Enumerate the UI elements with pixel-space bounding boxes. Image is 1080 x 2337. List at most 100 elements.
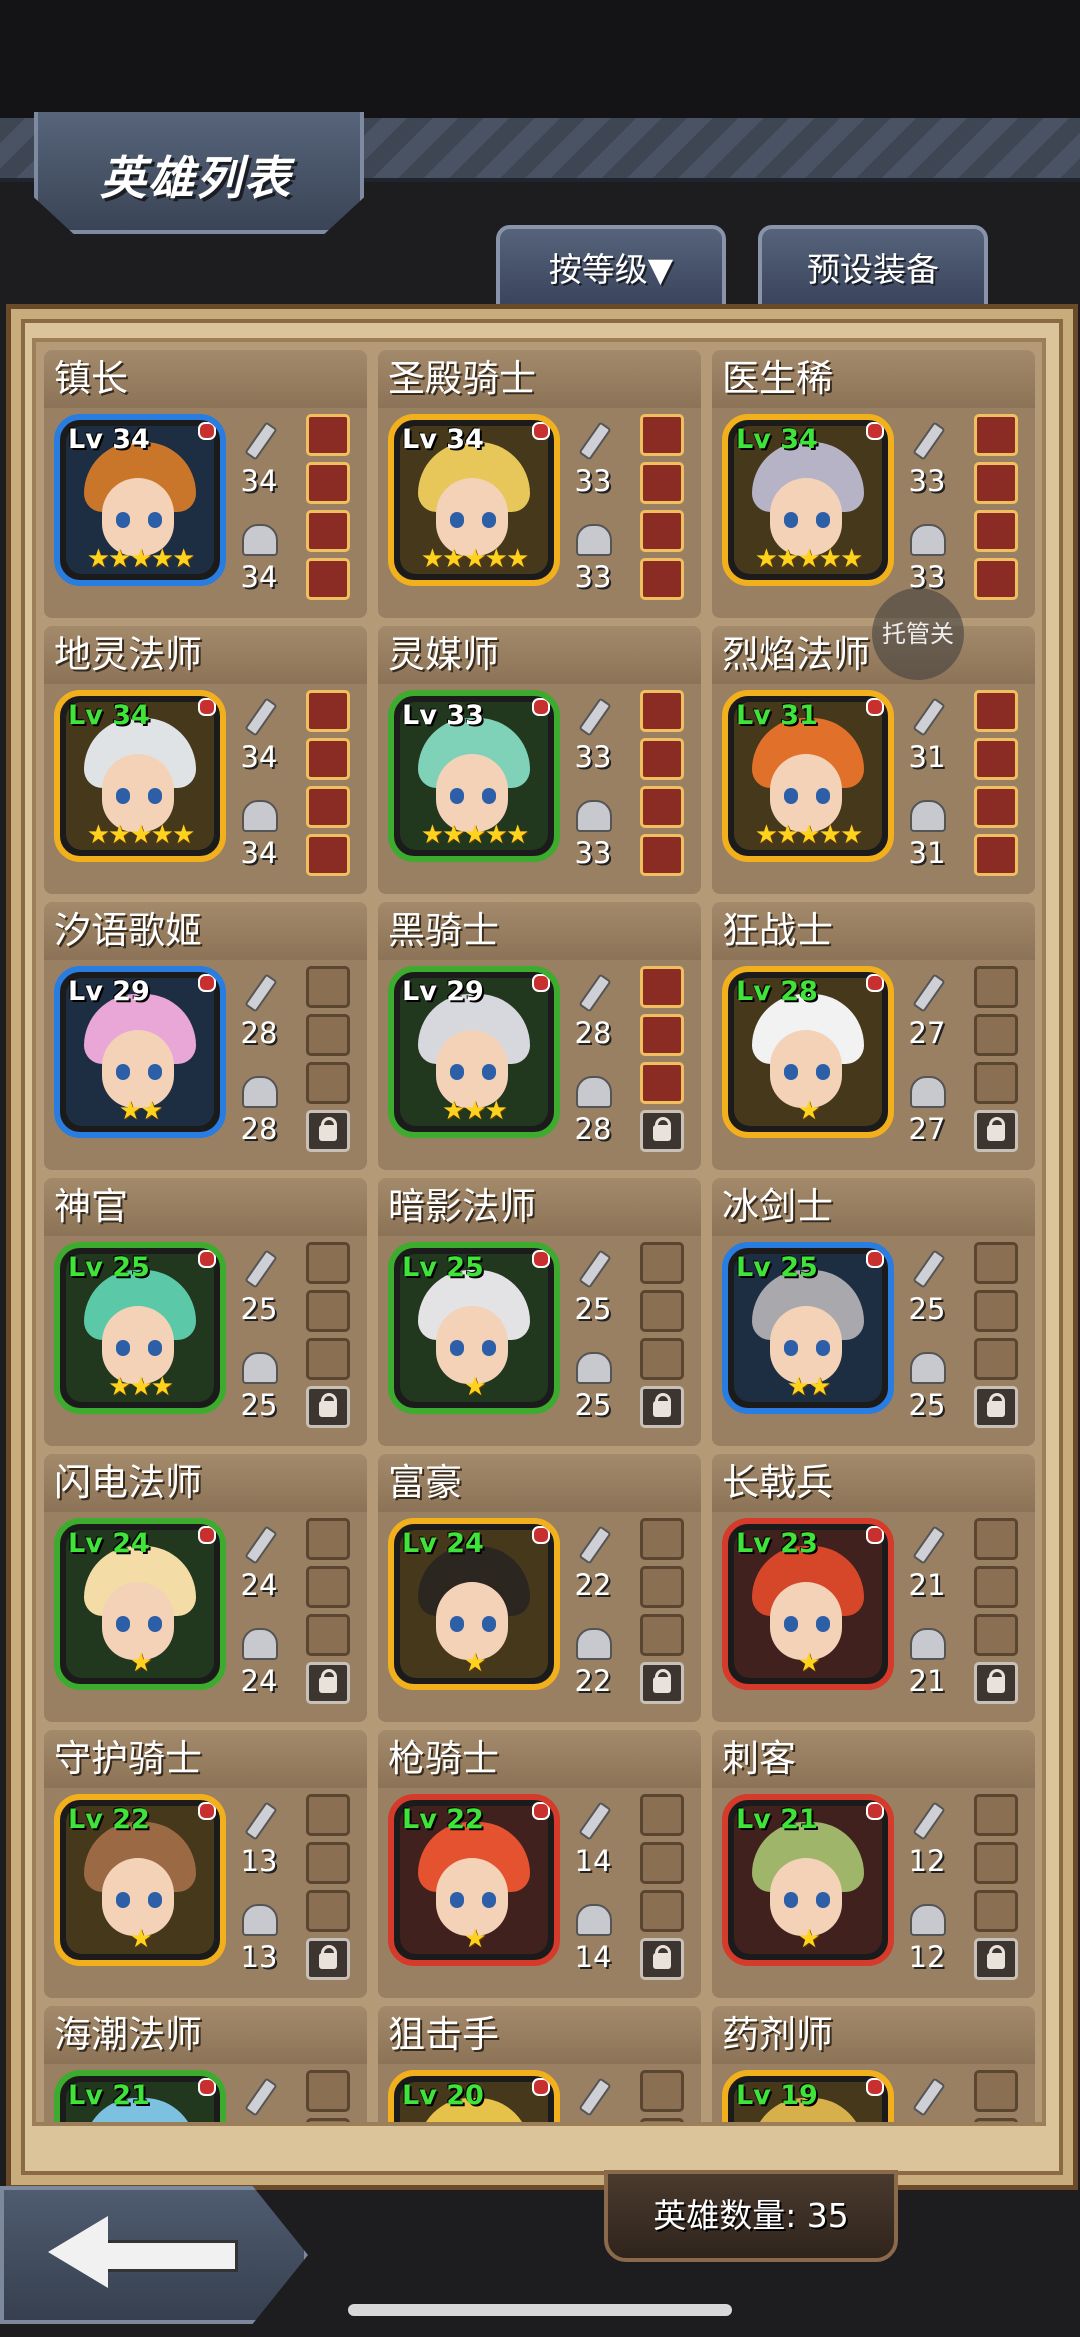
hero-card[interactable]: 冰剑士 Lv 25 ★★ 25 25: [712, 1178, 1035, 1446]
hero-portrait[interactable]: Lv 25 ★★: [722, 1242, 894, 1414]
equipment-slot[interactable]: [640, 690, 684, 732]
hero-card[interactable]: 暗影法师 Lv 25 ★ 25 25: [378, 1178, 701, 1446]
equipment-slot[interactable]: [306, 558, 350, 600]
equipment-slot[interactable]: [306, 1890, 350, 1932]
sort-by-level-button[interactable]: 按等级▼: [496, 225, 726, 315]
equipment-slot[interactable]: [640, 834, 684, 876]
locked-slot-icon[interactable]: [640, 1386, 684, 1428]
equipment-slot[interactable]: [640, 510, 684, 552]
hero-card[interactable]: 枪骑士 Lv 22 ★ 14 14: [378, 1730, 701, 1998]
hero-portrait[interactable]: Lv 23 ★: [722, 1518, 894, 1690]
hero-card[interactable]: 神官 Lv 25 ★★★ 25 25: [44, 1178, 367, 1446]
equipment-slot[interactable]: [974, 2070, 1018, 2112]
equipment-slot[interactable]: [640, 1290, 684, 1332]
equipment-slot[interactable]: [306, 738, 350, 780]
equipment-slot[interactable]: [974, 690, 1018, 732]
hero-portrait[interactable]: Lv 34 ★★★★★: [54, 414, 226, 586]
equipment-slot[interactable]: [640, 966, 684, 1008]
equipment-slot[interactable]: [640, 2118, 684, 2122]
hero-card[interactable]: 黑骑士 Lv 29 ★★★ 28 28: [378, 902, 701, 1170]
equipment-slot[interactable]: [640, 1242, 684, 1284]
hero-portrait[interactable]: Lv 33 ★★★★★: [388, 690, 560, 862]
hero-card[interactable]: 守护骑士 Lv 22 ★ 13 13: [44, 1730, 367, 1998]
hero-card[interactable]: 狂战士 Lv 28 ★ 27 27: [712, 902, 1035, 1170]
hero-card[interactable]: 圣殿骑士 Lv 34 ★★★★★ 33 33: [378, 350, 701, 618]
equipment-slot[interactable]: [974, 1890, 1018, 1932]
locked-slot-icon[interactable]: [306, 1386, 350, 1428]
hero-portrait[interactable]: Lv 24 ★: [54, 1518, 226, 1690]
equipment-slot[interactable]: [974, 966, 1018, 1008]
hero-card[interactable]: 长戟兵 Lv 23 ★ 21 21: [712, 1454, 1035, 1722]
equipment-slot[interactable]: [306, 690, 350, 732]
equipment-slot[interactable]: [306, 414, 350, 456]
equipment-slot[interactable]: [974, 1842, 1018, 1884]
equipment-slot[interactable]: [974, 786, 1018, 828]
hero-portrait[interactable]: Lv 25 ★: [388, 1242, 560, 1414]
hero-card[interactable]: 闪电法师 Lv 24 ★ 24 24: [44, 1454, 367, 1722]
hero-portrait[interactable]: Lv 34 ★★★★★: [722, 414, 894, 586]
hero-portrait[interactable]: Lv 29 ★★★: [388, 966, 560, 1138]
equipment-slot[interactable]: [306, 1062, 350, 1104]
equipment-slot[interactable]: [306, 1518, 350, 1560]
hero-portrait[interactable]: Lv 29 ★★: [54, 966, 226, 1138]
hero-card[interactable]: 烈焰法师 Lv 31 ★★★★★ 31 31: [712, 626, 1035, 894]
equipment-slot[interactable]: [974, 1614, 1018, 1656]
equipment-slot[interactable]: [306, 1842, 350, 1884]
locked-slot-icon[interactable]: [974, 1662, 1018, 1704]
equipment-slot[interactable]: [640, 1614, 684, 1656]
equipment-slot[interactable]: [640, 786, 684, 828]
hero-portrait[interactable]: Lv 19: [722, 2070, 894, 2122]
locked-slot-icon[interactable]: [640, 1110, 684, 1152]
equipment-slot[interactable]: [974, 2118, 1018, 2122]
hero-card[interactable]: 地灵法师 Lv 34 ★★★★★ 34 34: [44, 626, 367, 894]
hero-portrait[interactable]: Lv 31 ★★★★★: [722, 690, 894, 862]
equipment-slot[interactable]: [640, 414, 684, 456]
equipment-slot[interactable]: [640, 462, 684, 504]
hero-portrait[interactable]: Lv 24 ★: [388, 1518, 560, 1690]
equipment-slot[interactable]: [640, 1566, 684, 1608]
equipment-slot[interactable]: [974, 1566, 1018, 1608]
equipment-slot[interactable]: [306, 1290, 350, 1332]
equipment-slot[interactable]: [974, 1242, 1018, 1284]
locked-slot-icon[interactable]: [640, 1938, 684, 1980]
hero-card[interactable]: 刺客 Lv 21 ★ 12 12: [712, 1730, 1035, 1998]
equipment-slot[interactable]: [974, 1062, 1018, 1104]
equipment-slot[interactable]: [974, 414, 1018, 456]
locked-slot-icon[interactable]: [306, 1938, 350, 1980]
equipment-slot[interactable]: [306, 2118, 350, 2122]
equipment-slot[interactable]: [974, 1290, 1018, 1332]
hero-portrait[interactable]: Lv 20: [388, 2070, 560, 2122]
equipment-slot[interactable]: [640, 738, 684, 780]
equipment-slot[interactable]: [974, 558, 1018, 600]
equipment-slot[interactable]: [974, 462, 1018, 504]
equipment-slot[interactable]: [306, 834, 350, 876]
equipment-slot[interactable]: [306, 462, 350, 504]
equipment-slot[interactable]: [306, 1614, 350, 1656]
hero-portrait[interactable]: Lv 22 ★: [54, 1794, 226, 1966]
equipment-slot[interactable]: [974, 738, 1018, 780]
equipment-slot[interactable]: [974, 510, 1018, 552]
equipment-slot[interactable]: [640, 2070, 684, 2112]
hero-card[interactable]: 狙击手 Lv 20: [378, 2006, 701, 2122]
auto-play-toggle[interactable]: 托管关: [872, 588, 964, 680]
equipment-slot[interactable]: [306, 1794, 350, 1836]
hero-card[interactable]: 医生稀 Lv 34 ★★★★★ 33 33: [712, 350, 1035, 618]
locked-slot-icon[interactable]: [640, 1662, 684, 1704]
locked-slot-icon[interactable]: [306, 1662, 350, 1704]
locked-slot-icon[interactable]: [974, 1938, 1018, 1980]
equipment-slot[interactable]: [640, 1890, 684, 1932]
locked-slot-icon[interactable]: [974, 1386, 1018, 1428]
equipment-slot[interactable]: [306, 510, 350, 552]
equipment-slot[interactable]: [640, 558, 684, 600]
preset-equipment-button[interactable]: 预设装备: [758, 225, 988, 315]
hero-card[interactable]: 汐语歌姬 Lv 29 ★★ 28 28: [44, 902, 367, 1170]
equipment-slot[interactable]: [640, 1338, 684, 1380]
hero-portrait[interactable]: Lv 34 ★★★★★: [388, 414, 560, 586]
equipment-slot[interactable]: [974, 1338, 1018, 1380]
locked-slot-icon[interactable]: [306, 1110, 350, 1152]
hero-card[interactable]: 镇长 Lv 34 ★★★★★ 34 34: [44, 350, 367, 618]
hero-portrait[interactable]: Lv 21: [54, 2070, 226, 2122]
equipment-slot[interactable]: [974, 834, 1018, 876]
hero-portrait[interactable]: Lv 25 ★★★: [54, 1242, 226, 1414]
hero-portrait[interactable]: Lv 21 ★: [722, 1794, 894, 1966]
